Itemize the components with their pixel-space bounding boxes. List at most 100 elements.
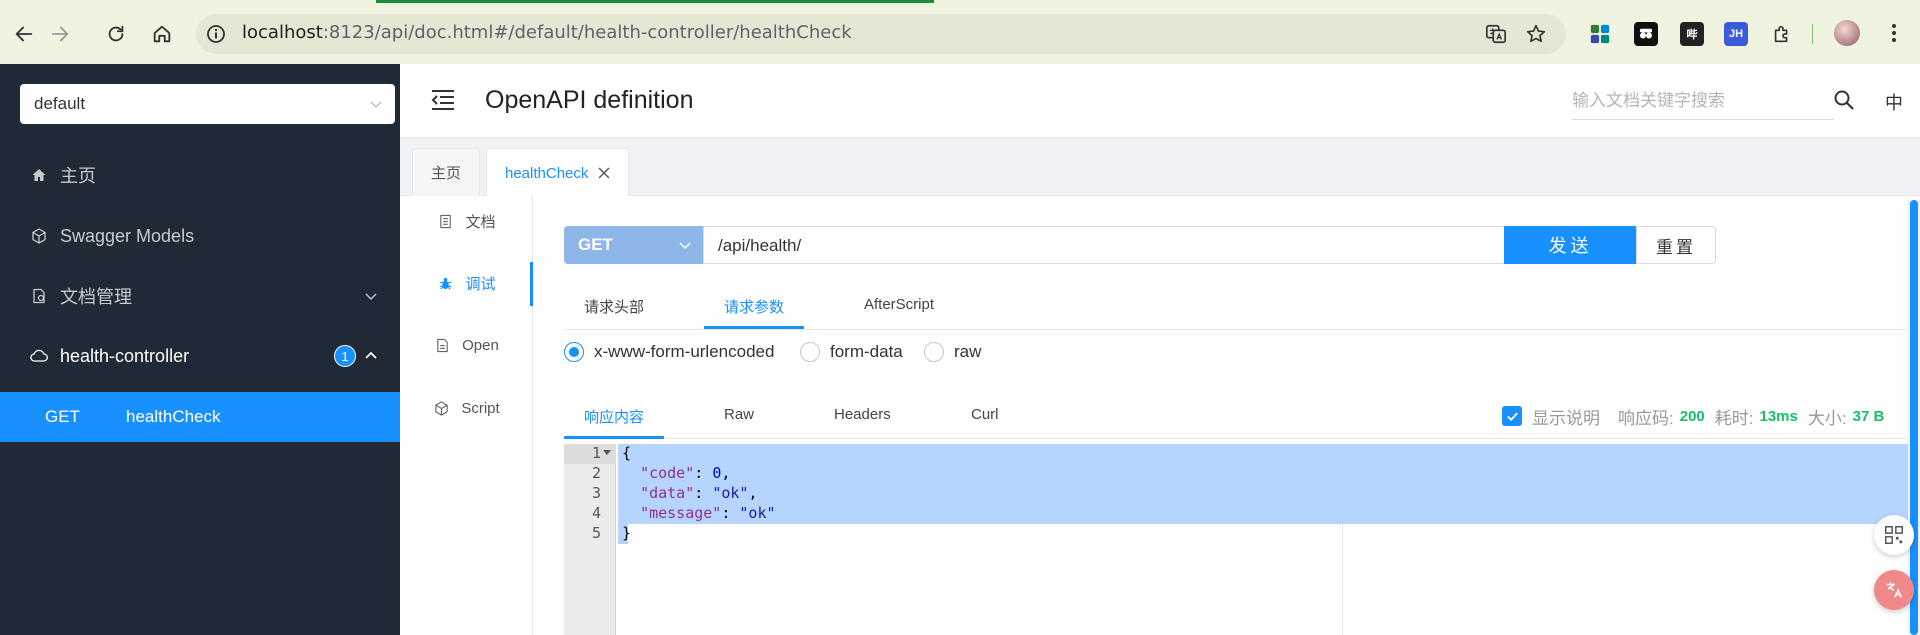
- url-text[interactable]: localhost:8123/api/doc.html#/default/hea…: [242, 22, 852, 43]
- request-url-input[interactable]: /api/health/: [703, 226, 1505, 264]
- line-number: 3: [591, 484, 601, 502]
- radio-x-www-form-urlencoded[interactable]: x-www-form-urlencoded: [564, 342, 774, 362]
- tab-home[interactable]: 主页: [412, 148, 481, 196]
- browser-menu-icon[interactable]: [1882, 20, 1906, 46]
- tab-response-headers[interactable]: Headers: [834, 406, 891, 423]
- sidebar-item-healthcheck[interactable]: GET healthCheck: [0, 392, 400, 442]
- forward-button[interactable]: [44, 18, 76, 50]
- close-icon[interactable]: [598, 167, 610, 179]
- tab-response-raw[interactable]: Raw: [724, 406, 754, 423]
- vmenu-item-doc[interactable]: 文档: [400, 201, 533, 241]
- radio-label: form-data: [830, 342, 903, 361]
- qr-grid-icon: [1885, 526, 1903, 544]
- radio-unchecked-icon: [800, 342, 820, 362]
- translate-page-icon[interactable]: [1484, 22, 1508, 46]
- status-code-value: 200: [1679, 407, 1705, 425]
- code-line: "message": "ok": [640, 504, 776, 522]
- method-select[interactable]: GET: [564, 226, 704, 264]
- vmenu-label: Open: [462, 336, 499, 354]
- code-line: }: [622, 524, 632, 542]
- sidebar: default 主页 Swagger Models 文档管理 health-co…: [0, 64, 400, 635]
- bilibili-icon[interactable]: 哔: [1680, 22, 1704, 46]
- response-size-value: 37 B: [1852, 407, 1885, 425]
- show-desc-label[interactable]: 显示说明: [1532, 404, 1600, 429]
- qr-code-button[interactable]: [1874, 515, 1914, 555]
- sidebar-item-label: health-controller: [60, 345, 190, 366]
- chevron-down-icon: [365, 293, 377, 301]
- search-input[interactable]: [1572, 84, 1834, 118]
- back-button[interactable]: [8, 18, 40, 50]
- url-path: :8123/api/doc.html#/default/health-contr…: [322, 22, 852, 43]
- group-select[interactable]: default: [20, 84, 395, 124]
- search-box[interactable]: [1572, 84, 1834, 120]
- response-size-label: 大小:: [1807, 408, 1847, 428]
- doc-manage-icon: [30, 287, 48, 305]
- method-label: GET: [45, 407, 80, 426]
- send-button[interactable]: 发送: [1504, 226, 1637, 264]
- chevron-up-icon: [365, 351, 377, 359]
- vertical-scrollbar[interactable]: [1908, 200, 1920, 635]
- menu-collapse-icon[interactable]: [430, 88, 456, 112]
- radio-label: raw: [954, 342, 982, 361]
- tab-response-content[interactable]: 响应内容: [584, 406, 644, 427]
- site-info-icon[interactable]: [206, 24, 226, 44]
- vmenu-item-open[interactable]: Open: [400, 325, 533, 365]
- tab-after-script[interactable]: AfterScript: [864, 296, 934, 313]
- response-code-editor[interactable]: 1 2 3 4 5 { "code": 0, "data": "ok", "me…: [564, 444, 1920, 635]
- response-tab-ink-bar: [564, 436, 664, 439]
- models-icon: [30, 227, 48, 245]
- sidebar-item-health-controller[interactable]: health-controller 1: [0, 327, 400, 385]
- extension-dark-icon[interactable]: [1634, 22, 1658, 46]
- language-switch[interactable]: 中: [1885, 89, 1903, 115]
- tab-request-headers[interactable]: 请求头部: [584, 296, 644, 317]
- arrow-right-icon: [51, 26, 69, 42]
- vmenu-label: Script: [461, 399, 500, 417]
- app-header: OpenAPI definition 中: [400, 64, 1920, 138]
- chevron-down-icon: [679, 242, 691, 250]
- text-selection: [618, 444, 1920, 524]
- code-line: "data": "ok",: [640, 484, 758, 502]
- request-tabs: 请求头部 请求参数 AfterScript: [564, 284, 1920, 330]
- fold-arrow-icon[interactable]: [603, 450, 611, 455]
- tab-healthcheck[interactable]: healthCheck: [486, 148, 630, 197]
- search-icon[interactable]: [1832, 88, 1856, 112]
- bookmark-star-icon[interactable]: [1524, 22, 1548, 46]
- arrow-left-icon: [15, 26, 33, 42]
- toolbar-divider: [1812, 24, 1813, 44]
- scrollbar-thumb[interactable]: [1910, 200, 1918, 635]
- tab-request-params[interactable]: 请求参数: [724, 296, 784, 317]
- document-icon: [437, 213, 453, 229]
- browser-toolbar: localhost:8123/api/doc.html#/default/hea…: [0, 0, 1920, 64]
- line-number: 2: [591, 464, 601, 482]
- vmenu-item-debug[interactable]: 调试: [400, 263, 533, 303]
- chevron-down-icon: [370, 101, 382, 109]
- translate-button[interactable]: [1874, 570, 1914, 610]
- checkmark-icon: [1506, 412, 1518, 421]
- doc-vertical-menu: 文档 调试 Open Script: [400, 196, 533, 635]
- reset-button[interactable]: 重置: [1636, 226, 1716, 264]
- file-icon: [434, 337, 450, 353]
- sidebar-item-swagger-models[interactable]: Swagger Models: [0, 207, 400, 265]
- grid-apps-icon[interactable]: [1588, 22, 1612, 46]
- home-button[interactable]: [146, 18, 178, 50]
- sidebar-item-doc-manage[interactable]: 文档管理: [0, 267, 400, 325]
- reload-button[interactable]: [100, 18, 132, 50]
- radio-raw[interactable]: raw: [924, 342, 981, 362]
- sidebar-item-label: 主页: [60, 166, 96, 186]
- code-line: {: [622, 444, 632, 462]
- radio-form-data[interactable]: form-data: [800, 342, 903, 362]
- tab-label: healthCheck: [505, 164, 589, 182]
- elapsed-time-label: 耗时:: [1714, 408, 1754, 428]
- jh-extension-icon[interactable]: JH: [1724, 22, 1748, 46]
- method-value: GET: [578, 235, 613, 254]
- tab-response-curl[interactable]: Curl: [971, 406, 999, 423]
- vmenu-item-script[interactable]: Script: [400, 388, 533, 428]
- puzzle-icon[interactable]: [1770, 22, 1794, 46]
- sidebar-item-home[interactable]: 主页: [0, 146, 400, 204]
- show-desc-checkbox[interactable]: [1502, 406, 1522, 426]
- profile-avatar[interactable]: [1834, 20, 1860, 46]
- status-code-label: 响应码:: [1618, 408, 1674, 428]
- line-number: 1: [591, 444, 601, 462]
- tab-label: 主页: [431, 165, 462, 182]
- response-meta: 显示说明 响应码: 200 耗时: 13ms 大小: 37 B: [1502, 404, 1894, 428]
